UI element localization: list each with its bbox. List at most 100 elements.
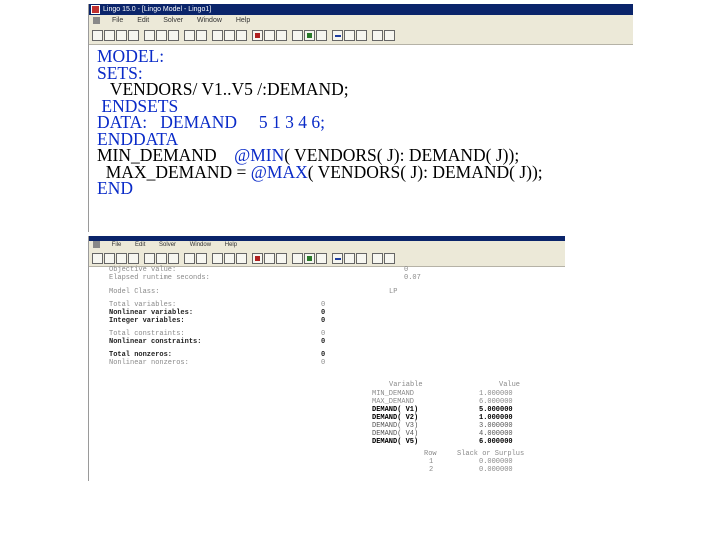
variable-column-header: Variable xyxy=(389,381,423,389)
solve-icon[interactable] xyxy=(252,29,263,41)
row-number: 2 xyxy=(429,466,434,474)
find-icon[interactable] xyxy=(212,29,223,41)
stat-label: Nonlinear variables: xyxy=(109,309,194,317)
save-icon[interactable] xyxy=(116,252,127,264)
tile-icon[interactable] xyxy=(344,252,355,264)
menu-help[interactable]: Help xyxy=(236,17,250,24)
undo-icon[interactable] xyxy=(184,29,195,41)
paste-icon[interactable] xyxy=(168,252,179,264)
runtime-label: Elapsed runtime seconds: xyxy=(109,274,210,282)
stat-label: Nonlinear constraints: xyxy=(109,338,202,346)
stat-label: Total constraints: xyxy=(109,330,185,338)
model-window: Lingo 15.0 - [Lingo Model - Lingo1] File… xyxy=(88,4,633,232)
cut-icon[interactable] xyxy=(144,252,155,264)
cascade-icon[interactable] xyxy=(356,29,367,41)
context-help-icon[interactable] xyxy=(384,29,395,41)
close-all-icon[interactable] xyxy=(332,29,343,41)
tile-icon[interactable] xyxy=(344,29,355,41)
find-icon[interactable] xyxy=(212,252,223,264)
help-icon[interactable] xyxy=(372,252,383,264)
model-toolbar xyxy=(89,26,633,45)
stat-value: 0 xyxy=(321,351,326,359)
max-function: @MAX xyxy=(250,161,308,182)
stat-label: Nonlinear nonzeros: xyxy=(109,359,189,367)
solution-icon[interactable] xyxy=(264,252,275,264)
redo-icon[interactable] xyxy=(196,252,207,264)
open-icon[interactable] xyxy=(104,29,115,41)
report-window-titlebar xyxy=(89,236,565,241)
report-menu-help[interactable]: Help xyxy=(225,242,237,248)
lingo-app-icon xyxy=(91,5,100,14)
solve-icon[interactable] xyxy=(252,252,263,264)
print-icon[interactable] xyxy=(128,29,139,41)
options-icon[interactable] xyxy=(276,252,287,264)
model-class-value: LP xyxy=(389,288,398,296)
document-icon xyxy=(93,241,100,248)
zoom-icon[interactable] xyxy=(292,252,303,264)
report-menu-solver[interactable]: Solver xyxy=(159,242,176,248)
report-menu-edit[interactable]: Edit xyxy=(135,242,145,248)
slack-value: 0.000000 xyxy=(479,466,513,474)
status-icon[interactable] xyxy=(304,252,315,264)
runtime-value: 0.07 xyxy=(404,274,421,282)
stat-value: 0 xyxy=(321,317,326,325)
variable-value: 6.000000 xyxy=(479,438,513,446)
report-menubar: File Edit Solver Window Help xyxy=(89,241,565,250)
copy-icon[interactable] xyxy=(156,29,167,41)
model-window-title: Lingo 15.0 - [Lingo Model - Lingo1] xyxy=(103,6,212,13)
print-icon[interactable] xyxy=(128,252,139,264)
stat-value: 0 xyxy=(321,359,326,367)
model-window-titlebar: Lingo 15.0 - [Lingo Model - Lingo1] xyxy=(89,4,633,15)
paste-icon[interactable] xyxy=(168,29,179,41)
stat-value: 0 xyxy=(321,309,326,317)
stat-label: Total nonzeros: xyxy=(109,351,173,359)
model-class-label: Model Class: xyxy=(109,288,160,296)
code-line-max-demand: MAX_DEMAND = @MAX( VENDORS( J): DEMAND( … xyxy=(97,161,633,182)
copy-icon[interactable] xyxy=(156,252,167,264)
menu-solver[interactable]: Solver xyxy=(163,17,183,24)
report-toolbar xyxy=(89,250,565,267)
undo-icon[interactable] xyxy=(184,252,195,264)
send-to-back-icon[interactable] xyxy=(316,252,327,264)
model-code-editor[interactable]: MODEL: SETS: VENDORS/ V1..V5 /:DEMAND; E… xyxy=(89,45,633,197)
goto-icon[interactable] xyxy=(224,252,235,264)
solution-icon[interactable] xyxy=(264,29,275,41)
variable-name: DEMAND( V5) xyxy=(372,438,419,446)
zoom-icon[interactable] xyxy=(292,29,303,41)
send-to-back-icon[interactable] xyxy=(316,29,327,41)
menu-file[interactable]: File xyxy=(112,17,123,24)
value-column-header: Value xyxy=(499,381,521,389)
close-all-icon[interactable] xyxy=(332,252,343,264)
match-paren-icon[interactable] xyxy=(236,29,247,41)
help-icon[interactable] xyxy=(372,29,383,41)
new-icon[interactable] xyxy=(92,29,103,41)
new-icon[interactable] xyxy=(92,252,103,264)
objective-value: 0 xyxy=(404,266,409,274)
solution-report-window: File Edit Solver Window Help Objective v… xyxy=(88,236,565,481)
model-menubar: File Edit Solver Window Help xyxy=(89,15,633,26)
stat-value: 0 xyxy=(321,338,326,346)
menu-edit[interactable]: Edit xyxy=(137,17,149,24)
status-icon[interactable] xyxy=(304,29,315,41)
report-menu-window[interactable]: Window xyxy=(190,242,211,248)
save-icon[interactable] xyxy=(116,29,127,41)
context-help-icon[interactable] xyxy=(384,252,395,264)
cut-icon[interactable] xyxy=(144,29,155,41)
code-line-end: END xyxy=(97,178,133,198)
goto-icon[interactable] xyxy=(224,29,235,41)
redo-icon[interactable] xyxy=(196,29,207,41)
stat-label: Integer variables: xyxy=(109,317,185,325)
options-icon[interactable] xyxy=(276,29,287,41)
menu-window[interactable]: Window xyxy=(197,17,222,24)
max-demand-rest: ( VENDORS( J): DEMAND( J)); xyxy=(307,161,543,182)
stat-value: 0 xyxy=(321,301,326,309)
report-menu-file[interactable]: File xyxy=(112,242,122,248)
objective-label: Objective value: xyxy=(109,266,177,274)
code-line-model: MODEL: xyxy=(97,46,165,66)
open-icon[interactable] xyxy=(104,252,115,264)
stat-value: 0 xyxy=(321,330,326,338)
match-paren-icon[interactable] xyxy=(236,252,247,264)
stat-label: Total variables: xyxy=(109,301,177,309)
document-icon xyxy=(93,16,100,24)
cascade-icon[interactable] xyxy=(356,252,367,264)
